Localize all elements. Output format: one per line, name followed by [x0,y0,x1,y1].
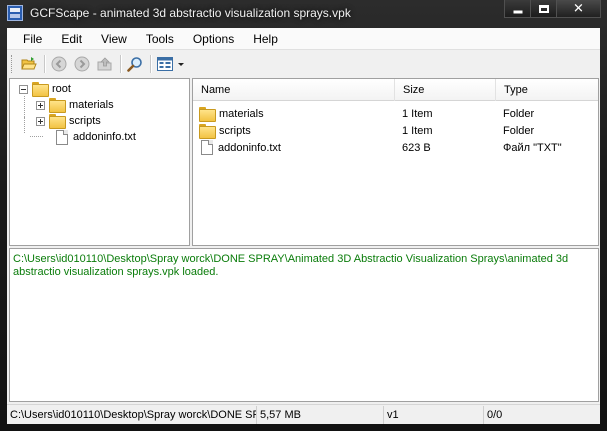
item-name: addoninfo.txt [218,141,281,154]
item-name: materials [219,107,264,120]
find-button[interactable] [124,53,146,75]
toolbar-separator [44,55,45,73]
back-button[interactable] [48,53,70,75]
list-item[interactable]: addoninfo.txt 623 B Файл "TXT" [193,139,598,156]
gcfscape-app-icon[interactable] [7,5,23,21]
name-cell: addoninfo.txt [193,140,395,155]
status-version: v1 [384,405,484,424]
open-folder-icon [21,57,37,70]
toolbar-separator [120,55,121,73]
folder-icon [49,114,66,129]
window-controls: ✕ [504,0,601,20]
toolbar [7,51,600,77]
menu-tools[interactable]: Tools [138,32,182,46]
column-header-type[interactable]: Type [496,79,598,101]
forward-button[interactable] [71,53,93,75]
view-mode-button[interactable] [154,53,176,75]
up-button[interactable] [94,53,116,75]
view-mode-icon [157,57,173,71]
close-icon: ✕ [573,1,584,16]
menu-view[interactable]: View [93,32,135,46]
open-button[interactable] [18,53,40,75]
log-line: abstractio visualization sprays.vpk load… [13,266,219,278]
maximize-button[interactable] [530,0,557,18]
menu-file[interactable]: File [15,32,50,46]
tree-connector [24,117,25,133]
toolbar-grip[interactable] [11,55,14,73]
name-cell: scripts [193,123,395,139]
tree-connector [30,136,43,137]
tree-label: scripts [69,115,101,127]
expand-icon[interactable] [36,100,45,110]
text-file-icon [201,140,213,155]
type-cell: Folder [503,124,535,137]
type-cell: Файл "TXT" [503,141,562,154]
tree-node-scripts[interactable]: scripts [36,113,101,129]
status-bar: C:\Users\id010110\Desktop\Spray worck\DO… [7,404,600,424]
status-count: 0/0 [487,408,503,421]
collapse-icon[interactable] [19,84,28,94]
folder-tree-pane[interactable]: root materials scripts addoninfo.txt [9,78,190,246]
minimize-icon [513,10,522,13]
menu-help[interactable]: Help [245,32,286,46]
maximize-icon [538,4,549,13]
window-title: GCFScape - animated 3d abstractio visual… [30,6,351,20]
folder-icon [199,123,216,139]
tree-label: materials [69,99,114,111]
forward-icon [74,56,90,72]
expand-icon[interactable] [36,116,45,126]
menu-edit[interactable]: Edit [53,32,90,46]
view-mode-dropdown-arrow[interactable] [177,53,185,75]
name-cell: materials [193,106,395,122]
back-icon [51,56,67,72]
tree-node-materials[interactable]: materials [36,97,114,113]
folder-icon [32,82,49,97]
column-header-size[interactable]: Size [395,79,496,101]
tree-node-root[interactable]: root [19,81,71,97]
tree-label: addoninfo.txt [73,131,136,143]
list-header: Name Size Type [193,79,598,101]
minimize-button[interactable] [504,0,531,18]
app-window: GCFScape - animated 3d abstractio visual… [0,0,607,431]
status-path: C:\Users\id010110\Desktop\Spray worck\DO… [7,405,257,424]
menu-options[interactable]: Options [185,32,242,46]
list-item[interactable]: scripts 1 Item Folder [193,122,598,139]
column-header-name[interactable]: Name [193,79,395,101]
size-cell: 1 Item [402,124,433,137]
title-bar[interactable]: GCFScape - animated 3d abstractio visual… [0,0,607,28]
tree-node-addoninfo[interactable]: addoninfo.txt [56,129,136,145]
size-cell: 623 B [402,141,431,154]
text-file-icon [56,129,68,145]
client-area: File Edit View Tools Options Help root m… [7,28,600,424]
status-size: 5,57 MB [257,405,384,424]
list-item[interactable]: materials 1 Item Folder [193,105,598,122]
tree-label: root [52,83,71,95]
folder-icon [49,98,66,113]
item-name: scripts [219,124,251,137]
file-list-pane[interactable]: Name Size Type materials 1 Item Folder s… [192,78,599,246]
console-log[interactable]: C:\Users\id010110\Desktop\Spray worck\DO… [9,248,599,402]
log-line: C:\Users\id010110\Desktop\Spray worck\DO… [13,253,569,265]
menu-bar: File Edit View Tools Options Help [7,28,600,50]
folder-icon [199,106,216,122]
search-icon [127,57,142,72]
toolbar-separator [150,55,151,73]
type-cell: Folder [503,107,535,120]
close-button[interactable]: ✕ [556,0,601,18]
up-icon [97,57,112,71]
size-cell: 1 Item [402,107,433,120]
